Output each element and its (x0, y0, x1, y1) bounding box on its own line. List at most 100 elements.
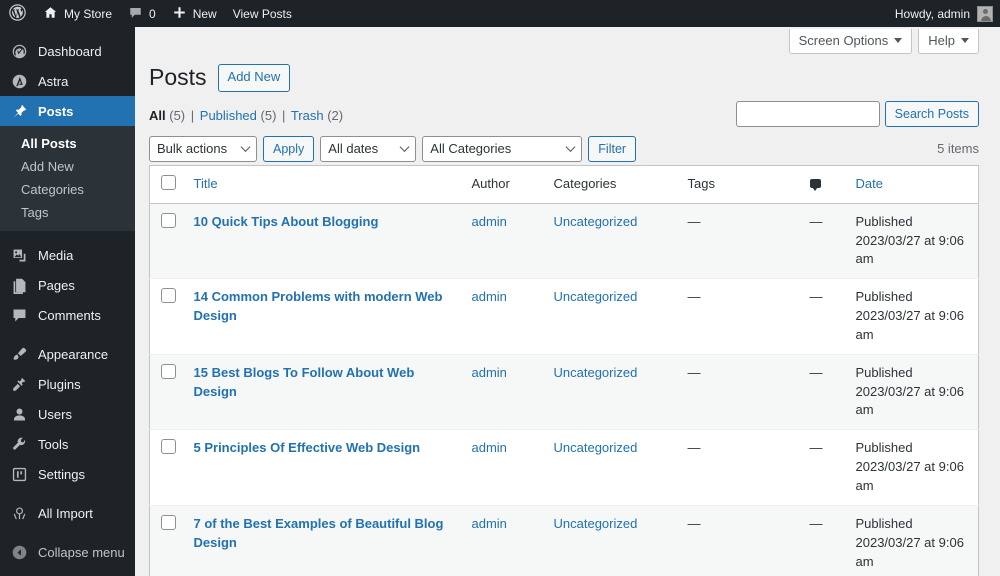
sidebar-item-label: All Import (38, 505, 93, 521)
wordpress-logo-button[interactable] (0, 0, 35, 27)
view-all-link[interactable]: All (149, 108, 166, 123)
home-icon (43, 5, 58, 23)
sidebar-item-add-new[interactable]: Add New (0, 155, 135, 178)
sidebar-item-settings[interactable]: Settings (0, 459, 135, 489)
add-new-button[interactable]: Add New (217, 64, 291, 92)
view-published-count: (5) (260, 107, 277, 123)
category-filter-select[interactable]: All Categories (422, 135, 583, 162)
view-published-link[interactable]: Published (200, 108, 257, 123)
post-author-link[interactable]: admin (472, 516, 507, 531)
row-categories-cell: Uncategorized (544, 430, 678, 506)
row-author-cell: admin (462, 430, 544, 506)
chevron-down-icon (399, 141, 410, 152)
new-content-menu[interactable]: New (164, 0, 225, 27)
sort-title-link-top[interactable]: Title (194, 176, 218, 191)
screen-meta-links: Screen Options Help (149, 27, 979, 54)
post-author-link[interactable]: admin (472, 365, 507, 380)
row-title-cell: 14 Common Problems with modern Web Desig… (184, 279, 462, 355)
sort-date-link-top[interactable]: Date (856, 176, 883, 191)
row-checkbox[interactable] (161, 288, 176, 304)
filter-button[interactable]: Filter (588, 135, 637, 162)
column-header-tags: Tags (677, 165, 800, 204)
collapse-arrow-icon (9, 542, 29, 562)
sidebar-item-comments[interactable]: Comments (0, 300, 135, 330)
sidebar-item-all-posts[interactable]: All Posts (0, 132, 135, 155)
bulk-actions-select-top[interactable]: Bulk actions (149, 135, 257, 162)
collapse-menu-button[interactable]: Collapse menu (0, 537, 135, 567)
sidebar-item-label: Settings (38, 466, 85, 482)
row-date-cell: Published 2023/03/27 at 9:06 am (846, 279, 979, 355)
sidebar-item-label: Comments (38, 307, 101, 323)
main-content: Screen Options Help Posts Add New All (5… (135, 27, 1000, 576)
row-author-cell: admin (462, 279, 544, 355)
row-checkbox[interactable] (161, 212, 176, 228)
sidebar-item-plugins[interactable]: Plugins (0, 369, 135, 399)
sidebar-item-categories[interactable]: Categories (0, 178, 135, 201)
sidebar-item-appearance[interactable]: Appearance (0, 339, 135, 369)
post-category-link[interactable]: Uncategorized (554, 440, 638, 455)
all-import-icon (9, 503, 29, 523)
sidebar-item-posts[interactable]: Posts (0, 96, 143, 126)
posts-submenu: All Posts Add New Categories Tags (0, 126, 135, 231)
row-comments-cell: — (809, 289, 823, 305)
post-title-link[interactable]: 14 Common Problems with modern Web Desig… (194, 289, 443, 323)
post-category-link[interactable]: Uncategorized (554, 289, 638, 304)
view-separator: | (190, 107, 195, 123)
row-checkbox[interactable] (161, 439, 176, 455)
column-header-categories: Categories (543, 165, 678, 204)
column-header-date: Date (845, 165, 979, 204)
select-all-checkbox-top[interactable] (161, 174, 176, 190)
post-category-link[interactable]: Uncategorized (554, 365, 638, 380)
sidebar-item-all-import[interactable]: All Import (0, 498, 135, 528)
row-checkbox[interactable] (161, 363, 176, 379)
paintbrush-icon (9, 344, 29, 364)
post-title-link[interactable]: 5 Principles Of Effective Web Design (194, 440, 421, 455)
sidebar-item-tags[interactable]: Tags (0, 201, 135, 224)
help-button[interactable]: Help (918, 29, 979, 54)
admin-bar: My Store 0 New View Posts Howdy, admin (0, 0, 1000, 27)
post-category-link[interactable]: Uncategorized (554, 516, 638, 531)
search-box: Search Posts (735, 100, 979, 127)
apply-button-top[interactable]: Apply (263, 135, 315, 162)
astra-logo-icon (9, 71, 29, 91)
search-posts-button[interactable]: Search Posts (884, 100, 979, 127)
my-account-menu[interactable]: Howdy, admin (895, 5, 1000, 22)
sidebar-item-dashboard[interactable]: Dashboard (0, 36, 135, 66)
settings-sliders-icon (9, 464, 29, 484)
sidebar-item-astra[interactable]: Astra (0, 66, 135, 96)
date-filter-select[interactable]: All dates (320, 135, 417, 162)
dashboard-gauge-icon (9, 41, 29, 61)
site-name-menu[interactable]: My Store (35, 0, 120, 27)
post-author-link[interactable]: admin (472, 440, 507, 455)
search-input[interactable] (735, 100, 880, 127)
post-date: 2023/03/27 at 9:06 am (855, 459, 964, 494)
sidebar-item-tools[interactable]: Tools (0, 429, 135, 459)
row-checkbox[interactable] (161, 514, 176, 530)
site-name-label: My Store (64, 6, 113, 21)
table-head: Title Author Categories Tags Date (149, 165, 979, 204)
sidebar-item-label: Plugins (38, 376, 81, 392)
sidebar-item-media[interactable]: Media (0, 240, 135, 270)
screen-options-button[interactable]: Screen Options (788, 29, 913, 54)
comment-bubble-icon (128, 5, 143, 23)
view-posts-link[interactable]: View Posts (225, 0, 300, 27)
comments-bubble-button[interactable]: 0 (120, 0, 164, 27)
post-category-link[interactable]: Uncategorized (554, 214, 638, 229)
user-icon (9, 404, 29, 424)
view-trash-link[interactable]: Trash (291, 108, 324, 123)
post-title-link[interactable]: 15 Best Blogs To Follow About Web Design (194, 365, 415, 399)
row-comments-cell: — (809, 515, 823, 531)
row-date-cell: Published 2023/03/27 at 9:06 am (846, 505, 979, 576)
column-header-comments (799, 165, 846, 204)
row-date-cell: Published 2023/03/27 at 9:06 am (846, 430, 979, 506)
post-title-link[interactable]: 7 of the Best Examples of Beautiful Blog… (194, 516, 444, 550)
post-author-link[interactable]: admin (472, 214, 507, 229)
column-header-author: Author (461, 165, 544, 204)
post-status: Published (855, 364, 913, 380)
post-author-link[interactable]: admin (472, 289, 507, 304)
sidebar-item-users[interactable]: Users (0, 399, 135, 429)
post-date: 2023/03/27 at 9:06 am (855, 232, 964, 267)
post-title-link[interactable]: 10 Quick Tips About Blogging (194, 214, 379, 229)
sidebar-item-pages[interactable]: Pages (0, 270, 135, 300)
row-title-cell: 5 Principles Of Effective Web Design (184, 430, 462, 506)
